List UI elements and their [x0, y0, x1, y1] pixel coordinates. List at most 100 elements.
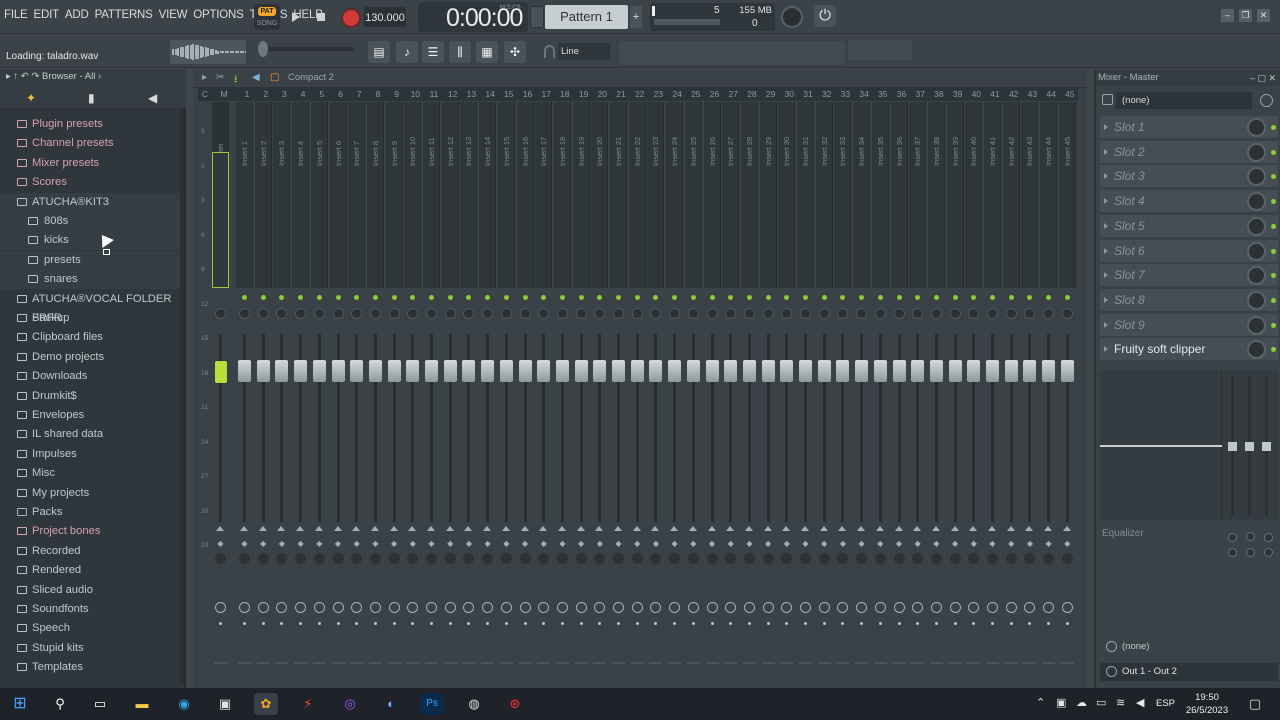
strip-send-swap[interactable]: ◆ — [482, 540, 493, 548]
strip-fader-cap[interactable] — [668, 360, 682, 382]
strip-send-swap[interactable]: ◆ — [594, 540, 605, 548]
browser-item[interactable]: Misc — [0, 464, 184, 483]
strip-stereo-knob[interactable] — [500, 553, 512, 564]
strip-send-swap[interactable]: ◆ — [239, 540, 250, 548]
cloud-icon[interactable]: ☁ — [1076, 696, 1087, 709]
strip-send-swap[interactable]: ◆ — [650, 540, 661, 548]
strip-send-arrow[interactable] — [595, 526, 604, 531]
strip-route-icon[interactable] — [762, 602, 774, 613]
clock[interactable]: 19:50 26/5/2023 — [1182, 691, 1232, 717]
browser-item[interactable]: snares — [0, 270, 184, 290]
strip-fader-cap[interactable] — [574, 360, 588, 382]
photoshop-icon[interactable]: Ps — [420, 693, 444, 715]
strip-pan-knob[interactable] — [743, 308, 755, 319]
task-view-icon[interactable]: ▭ — [88, 693, 112, 715]
insert-strip[interactable]: ◆ Insert 8 — [366, 102, 384, 686]
strip-pan-knob[interactable] — [295, 308, 307, 319]
strip-enable-led[interactable] — [503, 295, 509, 300]
record-button[interactable] — [338, 5, 361, 29]
channel-rack-icon[interactable]: ☰ — [422, 41, 444, 63]
strip-send-swap[interactable]: ◆ — [426, 540, 437, 548]
insert-strip[interactable]: ◆ Insert 45 — [1058, 102, 1076, 686]
panel-window-controls[interactable]: – ▢ ✕ — [1250, 70, 1276, 86]
strip-fader-cap[interactable] — [780, 360, 794, 382]
strip-pan-knob[interactable] — [912, 308, 924, 319]
strip-send-arrow[interactable] — [707, 526, 716, 531]
strip-send-arrow[interactable] — [1062, 526, 1071, 531]
link-icon[interactable]: ◀ — [252, 72, 260, 83]
strip-fader-cap[interactable] — [929, 360, 943, 382]
browser-item[interactable]: Soundfonts — [0, 600, 184, 619]
strip-route-icon[interactable] — [500, 602, 512, 613]
strip-stereo-knob[interactable] — [987, 553, 998, 564]
strip-route-icon[interactable] — [556, 602, 568, 613]
strip-enable-led[interactable] — [541, 295, 547, 300]
insert-strip[interactable]: ◆ Insert 28 — [740, 102, 758, 686]
strip-send-swap[interactable]: ◆ — [576, 540, 587, 548]
strip-fader-cap[interactable] — [892, 360, 906, 382]
strip-pan-knob[interactable] — [276, 308, 288, 319]
slot-mix-knob[interactable] — [1247, 118, 1266, 137]
browser-item[interactable]: kicks — [0, 231, 184, 251]
strip-pan-knob[interactable] — [575, 308, 587, 319]
strip-fader-cap[interactable] — [1004, 360, 1018, 382]
strip-send-arrow[interactable] — [782, 526, 791, 531]
browser-item[interactable]: Recorded — [0, 542, 184, 561]
strip-enable-led[interactable] — [335, 295, 341, 300]
stop-button[interactable] — [310, 5, 332, 29]
effect-slot[interactable]: Slot 5 — [1100, 214, 1278, 238]
strip-send-arrow[interactable] — [314, 526, 323, 531]
strip-send-swap[interactable]: ◆ — [258, 540, 269, 548]
browser-item[interactable]: presets — [0, 250, 184, 270]
strip-fader-cap[interactable] — [462, 360, 476, 382]
insert-strip[interactable]: ◆ Insert 37 — [909, 102, 927, 686]
strip-send-swap[interactable]: ◆ — [856, 540, 867, 548]
strip-enable-led[interactable] — [990, 295, 995, 300]
strip-send-arrow[interactable] — [651, 526, 660, 531]
strip-pan-knob[interactable] — [669, 308, 681, 319]
strip-send-arrow[interactable] — [1025, 526, 1034, 531]
browser-item[interactable]: Stupid kits — [0, 639, 184, 658]
strip-route-icon[interactable] — [650, 602, 662, 613]
wrench-icon[interactable]: ✂ — [216, 72, 224, 83]
strip-fader-cap[interactable] — [1042, 360, 1056, 382]
snap-selector[interactable]: Line — [558, 43, 610, 60]
strip-send-arrow[interactable] — [1006, 526, 1015, 531]
strip-fader-cap[interactable] — [350, 360, 364, 382]
effect-slot[interactable]: Slot 1 — [1100, 116, 1278, 139]
strip-send-arrow[interactable] — [726, 526, 735, 531]
strip-pan-knob[interactable] — [1061, 308, 1073, 319]
layout-icon[interactable]: ▢ — [270, 72, 279, 83]
strip-pan-knob[interactable] — [500, 308, 512, 319]
strip-stereo-knob[interactable] — [369, 553, 381, 564]
strip-enable-led[interactable] — [1046, 295, 1052, 300]
strip-send-swap[interactable]: ◆ — [1006, 540, 1017, 548]
strip-fader-cap[interactable] — [387, 360, 401, 382]
strip-send-arrow[interactable] — [370, 526, 379, 531]
strip-send-swap[interactable]: ◆ — [950, 540, 961, 548]
strip-route-icon[interactable] — [987, 602, 998, 613]
strip-stereo-knob[interactable] — [538, 553, 550, 564]
search-icon[interactable]: ⚲ — [48, 693, 72, 715]
playlist-icon[interactable]: ▤ — [368, 41, 390, 63]
strip-fader-cap[interactable] — [368, 360, 382, 382]
output-selector[interactable]: Out 1 - Out 2 — [1100, 663, 1278, 681]
minimize-button[interactable]: – — [1221, 9, 1234, 22]
strip-stereo-knob[interactable] — [1005, 553, 1017, 564]
strip-send-swap[interactable]: ◆ — [407, 540, 418, 548]
strip-fader-cap[interactable] — [238, 360, 251, 382]
strip-send-arrow[interactable] — [632, 526, 641, 531]
strip-route-icon[interactable] — [800, 602, 811, 613]
strip-send-arrow[interactable] — [913, 526, 922, 531]
strip-enable-led[interactable] — [728, 295, 734, 300]
browser-item[interactable]: ATUCHA®KIT3 — [0, 192, 184, 212]
strip-stereo-knob[interactable] — [313, 553, 325, 564]
insert-strip[interactable]: ◆ Insert 39 — [946, 102, 964, 686]
strip-pan-knob[interactable] — [407, 308, 419, 319]
strip-route-icon[interactable] — [407, 602, 419, 613]
strip-enable-led[interactable] — [316, 295, 322, 300]
strip-pan-knob[interactable] — [800, 308, 811, 319]
strip-pan-knob[interactable] — [893, 308, 905, 319]
strip-route-icon[interactable] — [743, 602, 755, 613]
strip-enable-led[interactable] — [260, 295, 266, 300]
